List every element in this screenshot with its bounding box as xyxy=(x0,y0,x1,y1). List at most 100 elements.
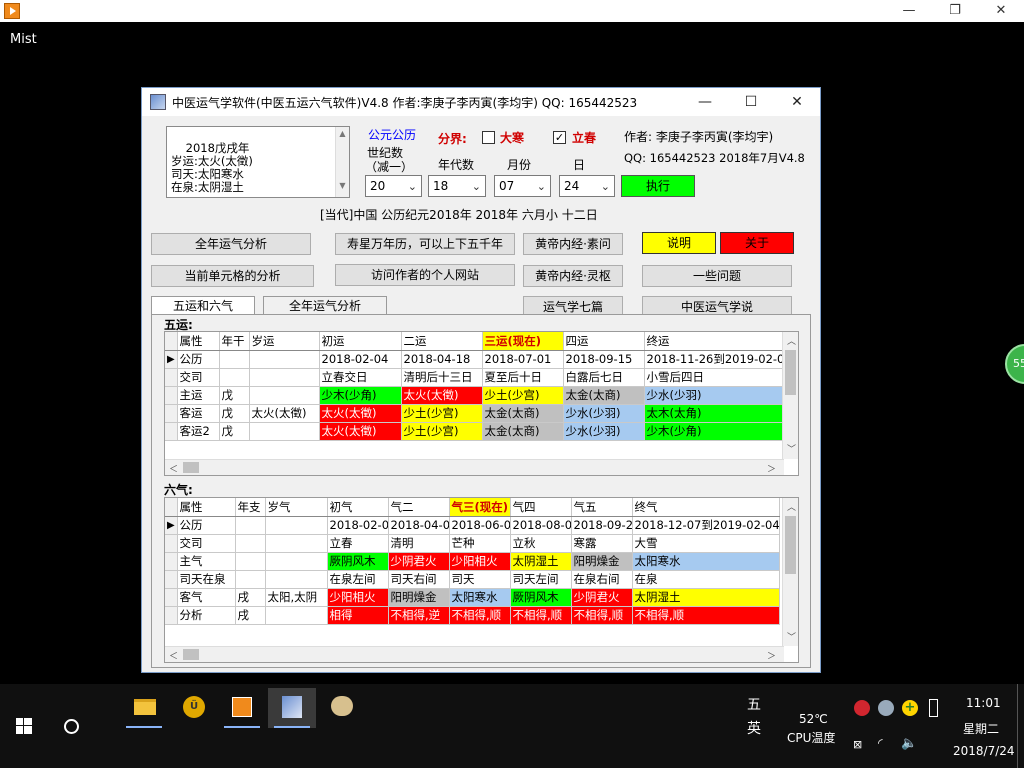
questions-button[interactable]: 一些问题 xyxy=(642,265,792,287)
about-button[interactable]: 关于 xyxy=(720,232,794,254)
table-cell[interactable]: 少水(少羽) xyxy=(563,422,645,441)
table-cell[interactable]: 司天在泉 xyxy=(177,570,236,589)
scroll-right-icon[interactable]: ＞ xyxy=(767,649,776,662)
month-select[interactable]: 07 ⌄ xyxy=(494,175,551,197)
table-cell[interactable] xyxy=(265,534,328,553)
network-icon[interactable]: ⊠ xyxy=(853,738,862,751)
scroll-thumb[interactable] xyxy=(183,649,199,660)
table-cell[interactable]: 客运2 xyxy=(177,422,220,441)
table-cell[interactable]: 少阳相火 xyxy=(449,552,511,571)
column-header[interactable]: 终气 xyxy=(632,498,780,517)
scroll-thumb[interactable] xyxy=(183,462,199,473)
table-cell[interactable]: 司天左间 xyxy=(510,570,572,589)
table-cell[interactable]: 不相得,顺 xyxy=(449,606,511,625)
taskbar-paint[interactable] xyxy=(318,688,366,728)
table-cell[interactable]: 清明 xyxy=(388,534,450,553)
close-button[interactable]: ✕ xyxy=(978,0,1024,22)
restore-button[interactable]: ❐ xyxy=(932,0,978,22)
column-header[interactable]: 属性 xyxy=(177,498,236,517)
scroll-up-icon[interactable]: ︿ xyxy=(787,500,796,513)
lichun-checkbox[interactable]: ✓ xyxy=(553,131,566,144)
scroll-down-icon[interactable]: ﹀ xyxy=(787,442,796,455)
dahan-checkbox[interactable] xyxy=(482,131,495,144)
table-cell[interactable]: 司天 xyxy=(449,570,511,589)
wuyun-vscroll[interactable]: ︿ ﹀ xyxy=(782,332,798,459)
table-cell[interactable] xyxy=(249,368,320,387)
table-cell[interactable]: 2018-09-15 xyxy=(563,350,645,369)
table-cell[interactable] xyxy=(165,386,178,405)
table-cell[interactable]: 少土(少宫) xyxy=(401,422,483,441)
table-cell[interactable]: 相得 xyxy=(327,606,389,625)
table-cell[interactable] xyxy=(165,404,178,423)
day-select[interactable]: 24 ⌄ xyxy=(559,175,615,197)
table-cell[interactable]: 在泉右间 xyxy=(571,570,633,589)
liuqi-hscroll[interactable]: ＜ ＞ xyxy=(165,646,784,662)
table-cell[interactable]: 不相得,顺 xyxy=(632,606,780,625)
table-cell[interactable]: 立秋 xyxy=(510,534,572,553)
table-cell[interactable]: 少木(少角) xyxy=(319,386,402,405)
table-cell[interactable]: 2018-09-23 xyxy=(571,516,633,535)
summary-memo[interactable]: 2018戊戌年 岁运:太火(太徵) 司天:太阳寒水 在泉:太阴湿土 ▲ ▼ xyxy=(166,126,350,198)
taskbar-file-explorer[interactable] xyxy=(120,688,168,728)
scroll-left-icon[interactable]: ＜ xyxy=(169,649,178,662)
app-close-button[interactable]: ✕ xyxy=(774,88,820,116)
year-analysis-button[interactable]: 全年运气分析 xyxy=(151,233,311,255)
column-header[interactable]: 属性 xyxy=(177,332,220,351)
table-cell[interactable]: 太阴湿土 xyxy=(632,588,780,607)
table-cell[interactable]: 不相得,顺 xyxy=(571,606,633,625)
table-cell[interactable]: ▶ xyxy=(165,350,178,369)
table-cell[interactable]: 少水(少羽) xyxy=(563,404,645,423)
column-header[interactable]: 年支 xyxy=(235,498,266,517)
ime-mode-1[interactable]: 五 xyxy=(747,694,761,714)
table-cell[interactable]: 2018-08-07 xyxy=(510,516,572,535)
table-cell[interactable]: 太火(太徵) xyxy=(319,404,402,423)
show-desktop-button[interactable] xyxy=(1017,684,1018,768)
decade-select[interactable]: 18 ⌄ xyxy=(428,175,486,197)
table-cell[interactable]: 太火(太徵) xyxy=(249,404,320,423)
lingshu-button[interactable]: 黄帝内经·灵枢 xyxy=(523,265,623,287)
user-tray-icon[interactable] xyxy=(878,700,894,716)
column-header[interactable]: 气四 xyxy=(510,498,572,517)
table-cell[interactable]: ▶ xyxy=(165,516,178,535)
column-header[interactable]: 岁气 xyxy=(265,498,328,517)
table-cell[interactable]: 不相得,顺 xyxy=(510,606,572,625)
table-cell[interactable]: 太木(太角) xyxy=(644,404,785,423)
tray-app-icon[interactable] xyxy=(854,700,870,716)
table-cell[interactable]: 少土(少宫) xyxy=(482,386,564,405)
table-cell[interactable]: 2018-06-06 xyxy=(449,516,511,535)
table-cell[interactable] xyxy=(265,516,328,535)
table-cell[interactable] xyxy=(165,422,178,441)
side-floating-widget[interactable]: 55 xyxy=(1005,344,1024,384)
table-cell[interactable]: 少水(少羽) xyxy=(644,386,785,405)
table-cell[interactable]: 戌 xyxy=(235,606,266,625)
table-cell[interactable] xyxy=(165,606,178,625)
table-cell[interactable]: 交司 xyxy=(177,534,236,553)
table-cell[interactable]: 2018-02-04 xyxy=(327,516,389,535)
table-cell[interactable] xyxy=(265,606,328,625)
table-cell[interactable]: 太阳,太阴 xyxy=(265,588,328,607)
column-header[interactable]: 三运(现在) xyxy=(482,332,564,351)
table-cell[interactable]: 立春 xyxy=(327,534,389,553)
cell-analysis-button[interactable]: 当前单元格的分析 xyxy=(151,265,314,287)
table-cell[interactable]: 在泉左间 xyxy=(327,570,389,589)
ime-mode-2[interactable]: 英 xyxy=(747,718,761,738)
liuqi-vscroll[interactable]: ︿ ﹀ xyxy=(782,498,798,646)
wifi-icon[interactable]: ◜ xyxy=(878,736,883,750)
table-cell[interactable]: 2018-04-05 xyxy=(388,516,450,535)
battery-icon[interactable] xyxy=(929,699,938,717)
table-cell[interactable]: 太火(太徵) xyxy=(401,386,483,405)
table-cell[interactable]: 小雪后四日 xyxy=(644,368,785,387)
column-header[interactable]: 初运 xyxy=(319,332,402,351)
wuyun-grid[interactable]: 属性 年干 岁运 初运 二运 三运(现在) 四运 终运 ▶ 公历 2018-02-04 2018-04… xyxy=(164,331,799,476)
column-header[interactable]: 二运 xyxy=(401,332,483,351)
table-cell[interactable] xyxy=(219,350,250,369)
table-cell[interactable]: 太金(太商) xyxy=(482,422,564,441)
century-select[interactable]: 20 ⌄ xyxy=(365,175,422,197)
table-cell[interactable]: 戊 xyxy=(219,404,250,423)
table-cell[interactable]: 太金(太商) xyxy=(563,386,645,405)
table-cell[interactable]: 太金(太商) xyxy=(482,404,564,423)
table-cell[interactable]: 2018-11-26到2019-02-04 xyxy=(644,350,785,369)
table-cell[interactable]: 少土(少宫) xyxy=(401,404,483,423)
table-cell[interactable]: 大雪 xyxy=(632,534,780,553)
table-cell[interactable]: 分析 xyxy=(177,606,236,625)
